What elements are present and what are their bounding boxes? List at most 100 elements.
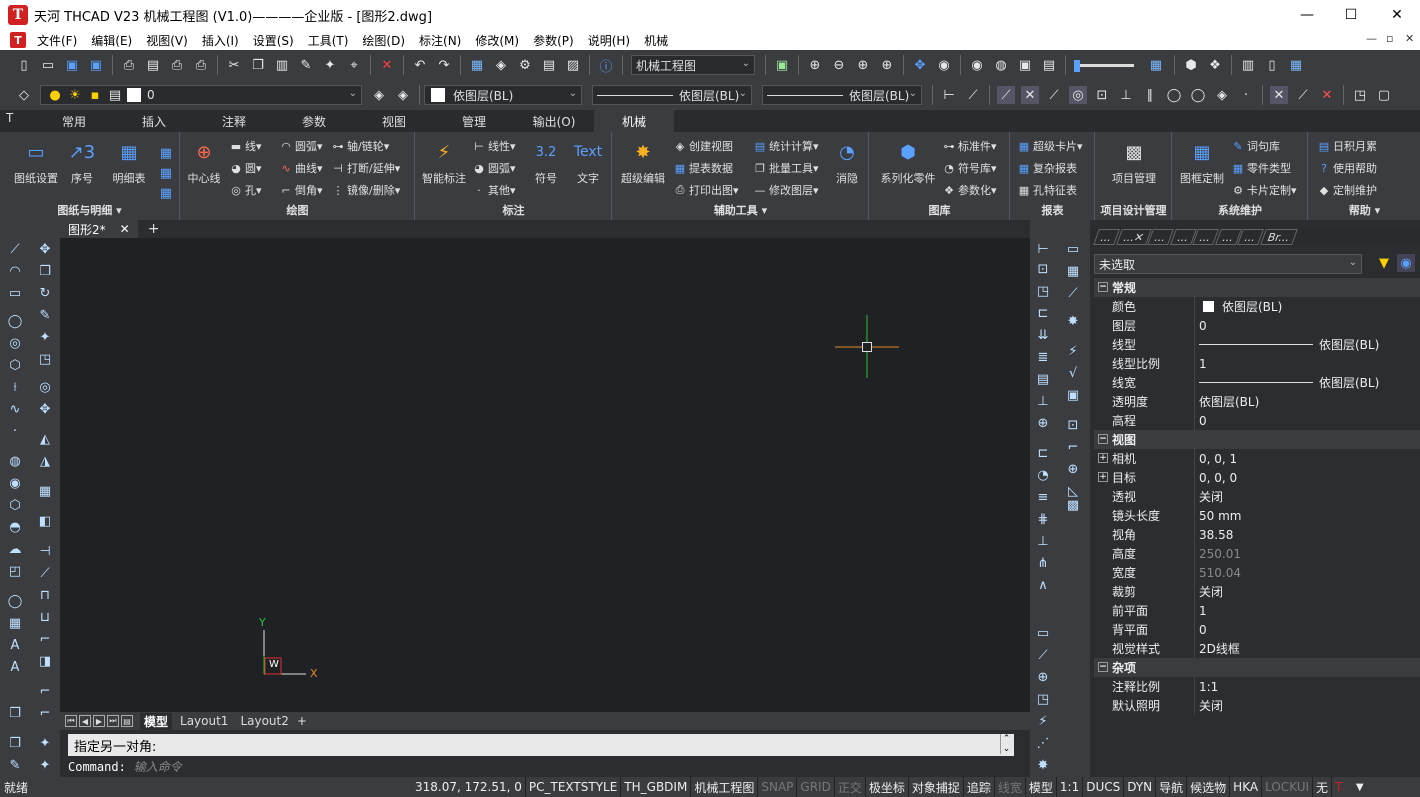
- prop-row[interactable]: 前平面 1: [1094, 601, 1420, 620]
- match-prop-icon[interactable]: ✎: [297, 56, 315, 74]
- super-edit-button[interactable]: ✸ 超级编辑: [613, 138, 673, 186]
- linear-dropdown[interactable]: ⊢ 线性▾: [472, 136, 515, 156]
- series-part-button[interactable]: ⬢ 系列化零件: [874, 138, 942, 186]
- collapse-icon[interactable]: −: [1098, 282, 1108, 292]
- toggle-polar[interactable]: 极坐标: [866, 777, 909, 797]
- toggle-otrack[interactable]: 追踪: [964, 777, 995, 797]
- render-icon[interactable]: ◍: [992, 56, 1010, 74]
- grid2-icon[interactable]: ▦: [1064, 262, 1082, 280]
- style-icon[interactable]: ▭: [1064, 240, 1082, 258]
- section-general[interactable]: − 常规: [1094, 278, 1420, 297]
- menu-tools[interactable]: 工具(T): [301, 32, 356, 49]
- hatch-icon[interactable]: ◍: [6, 452, 24, 470]
- toggle-snap[interactable]: SNAP: [758, 777, 798, 797]
- cube-icon[interactable]: ⬢: [1182, 56, 1200, 74]
- layer-select[interactable]: ● ☀ ▪ ▤ 0 ⌄: [40, 85, 362, 105]
- custom-maint-button[interactable]: ◆ 定制维护: [1317, 180, 1377, 200]
- smart-dim-button[interactable]: ⚡ 智能标注: [416, 138, 472, 186]
- lengthen-icon[interactable]: ⌐: [36, 682, 54, 700]
- app-button-logo[interactable]: T: [6, 111, 28, 131]
- toggle-hka[interactable]: HKA: [1230, 777, 1263, 797]
- snap-settings-icon[interactable]: ◳: [1351, 86, 1369, 104]
- spark-icon[interactable]: ✸: [1064, 312, 1082, 330]
- snap-near-icon[interactable]: ·: [1237, 86, 1255, 104]
- dim-edit-icon[interactable]: ▭: [1034, 624, 1052, 642]
- dim-cont-icon[interactable]: ⊏: [1034, 444, 1052, 462]
- extend-icon[interactable]: ⟋: [36, 564, 54, 582]
- sheet-icon[interactable]: ▤: [540, 56, 558, 74]
- menu-param[interactable]: 参数(P): [526, 32, 581, 49]
- bom-button[interactable]: ▦ 明细表: [104, 138, 154, 186]
- last-layout-icon[interactable]: ⏭: [107, 715, 119, 727]
- open-icon[interactable]: ▭: [39, 56, 57, 74]
- menu-file[interactable]: 文件(F): [30, 32, 84, 49]
- status-menu-icon[interactable]: ▼: [1356, 782, 1364, 793]
- line-icon[interactable]: ⟋: [964, 86, 982, 104]
- design-center-icon[interactable]: ▦: [468, 56, 486, 74]
- toggle-qp[interactable]: 候选物: [1187, 777, 1231, 797]
- tab-annotate[interactable]: 注释: [194, 110, 274, 132]
- annotation-scale[interactable]: 1:1: [1057, 777, 1084, 797]
- circle-dropdown[interactable]: ◕ 圆▾: [229, 158, 261, 178]
- dim-inspect-icon[interactable]: ⋰: [1034, 734, 1052, 752]
- prop-row[interactable]: 透明度 依图层(BL): [1094, 392, 1420, 411]
- prop-row[interactable]: 视角 38.58: [1094, 525, 1420, 544]
- parametric-dropdown[interactable]: ❖ 参数化▾: [942, 180, 996, 200]
- mdi-close[interactable]: ✕: [1405, 32, 1414, 45]
- menu-draw[interactable]: 绘图(D): [355, 32, 412, 49]
- mirror-dropdown[interactable]: ⋮ 镜像/删除▾: [331, 180, 401, 200]
- prop-row[interactable]: 镜头长度 50 mm: [1094, 506, 1420, 525]
- datum-icon[interactable]: ▣: [1064, 386, 1082, 404]
- prop-row[interactable]: 宽度 510.04: [1094, 563, 1420, 582]
- dim-arc-dropdown[interactable]: ◕ 圆弧▾: [472, 158, 515, 178]
- align-icon[interactable]: ◧: [36, 512, 54, 530]
- grid-tool-icon[interactable]: ▦: [1287, 56, 1305, 74]
- explode-icon[interactable]: ✥: [36, 400, 54, 418]
- layout-icon[interactable]: ▥: [1239, 56, 1257, 74]
- prop-row[interactable]: 注释比例 1:1: [1094, 677, 1420, 696]
- chamfer-icon[interactable]: ⌐: [36, 630, 54, 648]
- command-input[interactable]: Command: 输入命令: [68, 758, 182, 775]
- undo-icon[interactable]: ↶: [411, 56, 429, 74]
- dim-angle-icon[interactable]: ∧: [1034, 576, 1052, 594]
- trim-icon[interactable]: ⊣: [36, 542, 54, 560]
- extract-data-button[interactable]: ▦ 提表数据: [673, 158, 733, 178]
- square-icon[interactable]: ▢: [1375, 86, 1393, 104]
- mod-layer-dropdown[interactable]: — 修改图层▾: [753, 180, 819, 200]
- other-dropdown[interactable]: · 其他▾: [472, 180, 515, 200]
- next-layout-icon[interactable]: ▶: [93, 715, 105, 727]
- status-textstyle[interactable]: PC_TEXTSTYLE: [526, 777, 622, 797]
- tab-layout2[interactable]: Layout2: [240, 714, 288, 728]
- shaft-dropdown[interactable]: ⊶ 轴/链轮▾: [331, 136, 390, 156]
- print-icon[interactable]: ⎙: [120, 56, 138, 74]
- menu-dimension[interactable]: 标注(N): [412, 32, 468, 49]
- pan-icon[interactable]: ✥: [911, 56, 929, 74]
- tab-output[interactable]: 输出(O): [514, 110, 594, 132]
- status-logo-icon[interactable]: T.: [1332, 777, 1348, 797]
- roughness-icon[interactable]: √: [1064, 364, 1082, 382]
- wipeout-icon[interactable]: ◓: [6, 518, 24, 536]
- hide-button[interactable]: ◔ 消隐: [827, 138, 867, 186]
- grip-icon[interactable]: ✦: [36, 756, 54, 774]
- region-icon[interactable]: ◉: [6, 474, 24, 492]
- polygon-icon[interactable]: ⬡: [6, 356, 24, 374]
- tab-insert[interactable]: 插入: [114, 110, 194, 132]
- tips-button[interactable]: ▤ 日积月累: [1317, 136, 1377, 156]
- dim-linear-icon[interactable]: ⊢: [940, 86, 958, 104]
- dim-leader-icon[interactable]: ⟋: [1034, 646, 1052, 664]
- expand-icon[interactable]: +: [1098, 472, 1108, 482]
- menu-view[interactable]: 视图(V): [139, 32, 195, 49]
- layer-manager-icon[interactable]: ◇: [15, 86, 33, 104]
- camera-icon[interactable]: ▣: [1016, 56, 1034, 74]
- mdi-restore[interactable]: ▫: [1386, 32, 1393, 45]
- menu-help[interactable]: 说明(H): [581, 32, 637, 49]
- zoom-window-icon[interactable]: ⊕: [854, 56, 872, 74]
- new-icon[interactable]: ▯: [15, 56, 33, 74]
- arc-icon[interactable]: ◠: [6, 262, 24, 280]
- dim-align-icon[interactable]: ⊏: [1034, 304, 1052, 322]
- pick2-icon[interactable]: ✦: [36, 734, 54, 752]
- collapse-icon[interactable]: −: [1098, 434, 1108, 444]
- frame-custom-button[interactable]: ▦ 图框定制: [1175, 138, 1229, 186]
- menu-insert[interactable]: 插入(I): [195, 32, 246, 49]
- line-dropdown[interactable]: ▬ 线▾: [229, 136, 262, 156]
